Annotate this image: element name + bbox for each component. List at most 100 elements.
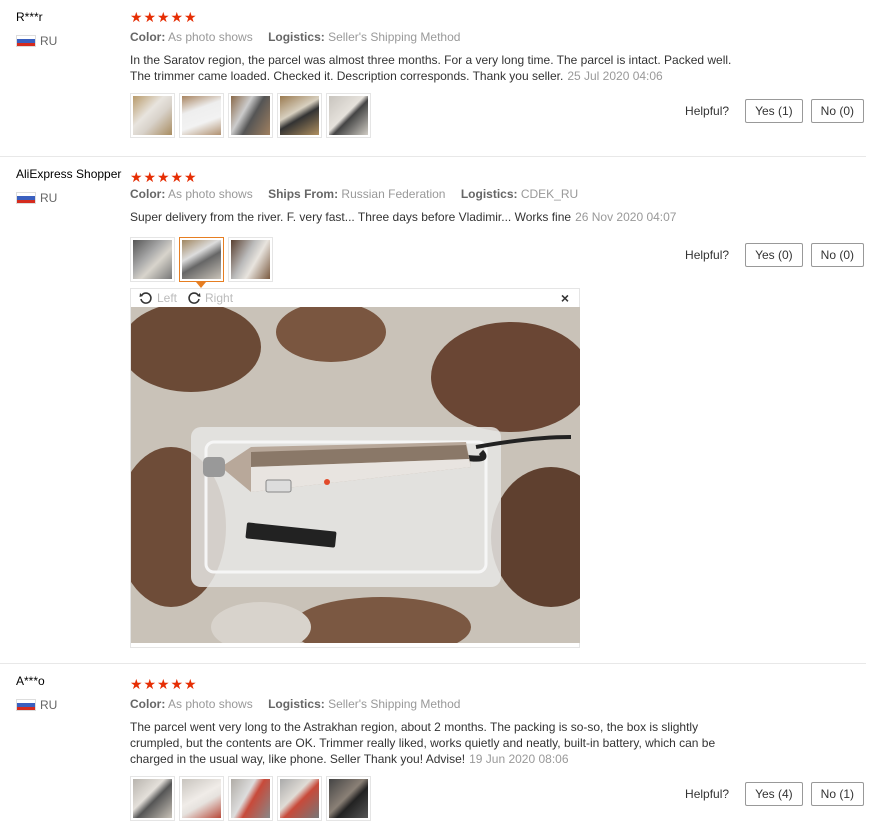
russia-flag-icon bbox=[16, 192, 36, 204]
star-icon: ★ bbox=[143, 676, 157, 692]
review-photos bbox=[130, 237, 277, 288]
star-icon: ★ bbox=[170, 169, 184, 185]
country-code: RU bbox=[40, 698, 58, 712]
rotate-left-label: Left bbox=[157, 291, 178, 305]
rotate-right-button[interactable]: Right bbox=[187, 291, 233, 305]
helpful-yes-button[interactable]: Yes (4) bbox=[745, 782, 803, 806]
helpful-votes: Helpful? Yes (4) No (1) bbox=[685, 782, 864, 806]
logistics-label: Logistics: bbox=[268, 30, 325, 44]
star-icon: ★ bbox=[184, 676, 197, 692]
review-text-line: charged in the usual way, like phone. Se… bbox=[130, 752, 466, 766]
review-photo-thumb[interactable] bbox=[130, 776, 175, 821]
helpful-no-button[interactable]: No (1) bbox=[810, 782, 864, 806]
star-rating: ★ ★ ★ ★ ★ bbox=[130, 9, 198, 25]
helpful-no-button[interactable]: No (0) bbox=[810, 243, 864, 267]
review-text-line: crumpled, but the contents are OK. Trimm… bbox=[130, 736, 716, 750]
star-icon: ★ bbox=[170, 676, 184, 692]
logistics-value: Seller's Shipping Method bbox=[328, 697, 461, 711]
review-text: In the Saratov region, the parcel was al… bbox=[130, 52, 770, 84]
photo-viewer: Left Right × bbox=[130, 288, 580, 648]
star-rating: ★ ★ ★ ★ ★ bbox=[130, 169, 198, 185]
review-photo-thumb[interactable] bbox=[326, 776, 371, 821]
review-attributes: Color: As photo shows Logistics: Seller'… bbox=[130, 697, 460, 711]
rotate-left-icon bbox=[139, 292, 152, 304]
star-icon: ★ bbox=[157, 9, 170, 25]
star-icon: ★ bbox=[143, 9, 157, 25]
helpful-yes-button[interactable]: Yes (1) bbox=[745, 99, 803, 123]
review-attributes: Color: As photo shows Logistics: Seller'… bbox=[130, 30, 460, 44]
country-code: RU bbox=[40, 34, 58, 48]
logistics-label: Logistics: bbox=[268, 697, 325, 711]
close-icon[interactable]: × bbox=[561, 290, 569, 306]
star-icon: ★ bbox=[170, 9, 184, 25]
star-icon: ★ bbox=[130, 169, 143, 185]
star-icon: ★ bbox=[130, 9, 143, 25]
logistics-label: Logistics: bbox=[460, 187, 518, 201]
color-value: As photo shows bbox=[168, 697, 253, 711]
logistics-value: CDEK_RU bbox=[520, 187, 579, 201]
helpful-votes: Helpful? Yes (0) No (0) bbox=[685, 243, 864, 267]
rotate-left-button[interactable]: Left bbox=[139, 291, 177, 305]
logistics-value: Seller's Shipping Method bbox=[328, 30, 461, 44]
helpful-label: Helpful? bbox=[685, 248, 730, 262]
review-text: Super delivery from the river. F. very f… bbox=[130, 209, 770, 225]
rotate-right-icon bbox=[188, 292, 201, 304]
reviewer-country: RU bbox=[16, 34, 57, 48]
ships-from-label: Ships From: bbox=[268, 187, 339, 201]
review-text-line: Super delivery from the river. F. very f… bbox=[130, 210, 572, 224]
review-date: 26 Nov 2020 04:07 bbox=[575, 210, 677, 224]
review-photo-thumb[interactable] bbox=[179, 93, 224, 138]
color-label: Color: bbox=[130, 187, 166, 201]
review-photo-thumb[interactable] bbox=[326, 93, 371, 138]
review-photo-thumb[interactable] bbox=[179, 776, 224, 821]
star-icon: ★ bbox=[143, 169, 157, 185]
helpful-votes: Helpful? Yes (1) No (0) bbox=[685, 99, 864, 123]
color-label: Color: bbox=[130, 697, 166, 711]
reviewer-name: A***o bbox=[16, 674, 45, 688]
photo-viewer-toolbar: Left Right × bbox=[131, 289, 579, 307]
review-photo-thumb[interactable] bbox=[277, 776, 322, 821]
helpful-yes-button[interactable]: Yes (0) bbox=[745, 243, 803, 267]
review-photo-thumb[interactable] bbox=[228, 93, 273, 138]
ships-from-value: Russian Federation bbox=[341, 187, 446, 201]
review-text-line: In the Saratov region, the parcel was al… bbox=[130, 53, 732, 67]
review-photo-large bbox=[131, 307, 580, 643]
review-photo-thumb[interactable] bbox=[130, 93, 175, 138]
star-icon: ★ bbox=[130, 676, 143, 692]
reviewer-name: R***r bbox=[16, 10, 43, 24]
reviewer-name: AliExpress Shopper bbox=[16, 167, 122, 181]
reviewer-country: RU bbox=[16, 191, 57, 205]
color-value: As photo shows bbox=[168, 30, 253, 44]
russia-flag-icon bbox=[16, 699, 36, 711]
review-photo-thumb[interactable] bbox=[277, 93, 322, 138]
trimmer-photo bbox=[131, 307, 580, 643]
review-item: A***o RU ★ ★ ★ ★ ★ Color: As photo shows Log… bbox=[0, 664, 866, 837]
color-value: As photo shows bbox=[168, 187, 253, 201]
star-icon: ★ bbox=[157, 169, 170, 185]
review-date: 19 Jun 2020 08:06 bbox=[469, 752, 569, 766]
review-photo-thumb-selected[interactable] bbox=[179, 237, 224, 288]
country-code: RU bbox=[40, 191, 58, 205]
helpful-label: Helpful? bbox=[685, 104, 730, 118]
review-photos bbox=[130, 93, 375, 138]
star-icon: ★ bbox=[184, 9, 197, 25]
star-icon: ★ bbox=[157, 676, 170, 692]
review-text-line: The trimmer came loaded. Checked it. Des… bbox=[130, 69, 564, 83]
review-attributes: Color: As photo shows Ships From: Russia… bbox=[130, 187, 578, 201]
helpful-label: Helpful? bbox=[685, 787, 730, 801]
review-date: 25 Jul 2020 04:06 bbox=[567, 69, 663, 83]
review-photo-thumb[interactable] bbox=[228, 237, 273, 282]
rotate-right-label: Right bbox=[205, 291, 234, 305]
helpful-no-button[interactable]: No (0) bbox=[810, 99, 864, 123]
review-photos bbox=[130, 776, 375, 821]
review-text: The parcel went very long to the Astrakh… bbox=[130, 719, 770, 767]
review-item: R***r RU ★ ★ ★ ★ ★ Color: As photo shows Log… bbox=[0, 0, 866, 157]
reviewer-country: RU bbox=[16, 698, 57, 712]
review-item: AliExpress Shopper RU ★ ★ ★ ★ ★ Color: As ph… bbox=[0, 157, 866, 664]
color-label: Color: bbox=[130, 30, 166, 44]
review-photo-thumb[interactable] bbox=[130, 237, 175, 282]
russia-flag-icon bbox=[16, 35, 36, 47]
star-rating: ★ ★ ★ ★ ★ bbox=[130, 676, 198, 692]
review-photo-thumb[interactable] bbox=[228, 776, 273, 821]
star-icon: ★ bbox=[184, 169, 197, 185]
